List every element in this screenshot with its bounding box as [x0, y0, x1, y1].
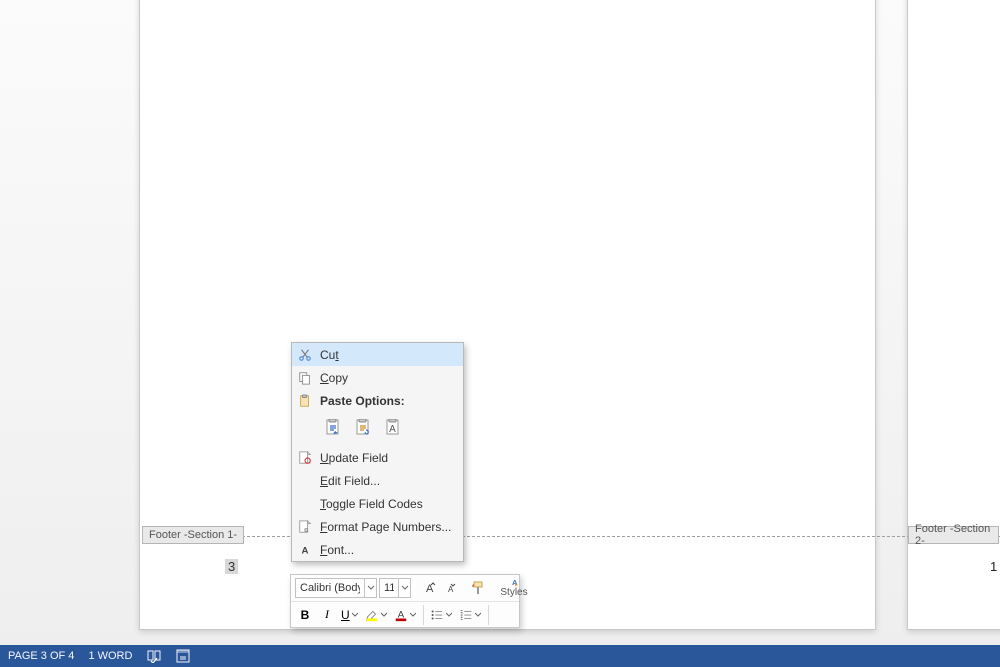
format-painter-button[interactable] [469, 578, 489, 598]
status-words-label: 1 WORD [88, 650, 132, 662]
bullets-button[interactable] [428, 605, 455, 625]
underline-label: U [341, 608, 350, 622]
context-menu: Cut Copy Paste Options: A [291, 342, 464, 562]
italic-label: I [325, 607, 329, 622]
mini-toolbar-row-2: B I U A [291, 601, 519, 627]
font-size-combo[interactable] [379, 578, 411, 598]
copy-icon [296, 371, 314, 385]
menu-item-copy-label: Copy [320, 371, 348, 385]
font-name-combo[interactable] [295, 578, 377, 598]
menu-item-cut[interactable]: Cut [292, 343, 463, 366]
bullets-icon [430, 608, 444, 622]
numbering-button[interactable] [457, 605, 484, 625]
menu-item-format-page-numbers[interactable]: Format Page Numbers... [292, 515, 463, 538]
status-macro-button[interactable] [176, 649, 190, 663]
footer-page-number-page2: 1 [990, 559, 997, 574]
highlight-button[interactable] [363, 605, 390, 625]
update-field-icon [296, 451, 314, 465]
scissors-icon [296, 348, 314, 362]
paste-text-only-button[interactable]: A [382, 416, 406, 440]
footer-tab-section-2[interactable]: Footer -Section 2- [908, 526, 999, 544]
footer-divider [142, 536, 1000, 537]
font-name-input[interactable] [296, 582, 364, 594]
svg-text:A: A [512, 578, 518, 587]
chevron-down-icon[interactable] [364, 579, 376, 597]
status-page-indicator[interactable]: PAGE 3 OF 4 [8, 650, 74, 662]
chevron-down-icon[interactable] [445, 612, 453, 618]
menu-item-cut-label: Cut [320, 348, 339, 362]
status-word-count[interactable]: 1 WORD [88, 650, 132, 662]
svg-text:A: A [302, 545, 309, 556]
separator [423, 605, 424, 625]
chevron-down-icon[interactable] [380, 612, 388, 618]
paste-merge-formatting-button[interactable] [352, 416, 376, 440]
menu-item-update-field[interactable]: Update Field [292, 446, 463, 469]
format-page-numbers-icon [296, 520, 314, 534]
menu-item-toggle-field-codes[interactable]: Toggle Field Codes [292, 492, 463, 515]
document-canvas: Footer -Section 1- Footer -Section 2- 3 … [0, 0, 1000, 667]
chevron-down-icon[interactable] [351, 612, 359, 618]
styles-label: Styles [500, 587, 527, 598]
menu-item-paste-options: Paste Options: [292, 389, 463, 412]
paste-keep-source-button[interactable] [322, 416, 346, 440]
footer-tab-2-label: Footer -Section 2- [915, 523, 992, 547]
svg-text:A: A [426, 583, 434, 595]
status-page-label: PAGE 3 OF 4 [8, 650, 74, 662]
footer-page-number-field-selected[interactable]: 3 [225, 559, 238, 574]
font-color-button[interactable]: A [392, 605, 419, 625]
bold-label: B [301, 608, 310, 622]
svg-text:A: A [389, 424, 396, 435]
bold-button[interactable]: B [295, 605, 315, 625]
styles-button[interactable]: A Styles [497, 578, 531, 598]
menu-item-paste-options-label: Paste Options: [320, 394, 405, 408]
menu-item-font[interactable]: A Font... [292, 538, 463, 561]
footer-tab-1-label: Footer -Section 1- [149, 529, 237, 541]
font-size-input[interactable] [380, 582, 398, 594]
menu-item-edit-field[interactable]: Edit Field... [292, 469, 463, 492]
chevron-down-icon[interactable] [398, 579, 410, 597]
shrink-font-button[interactable]: A [441, 578, 461, 598]
menu-item-edit-field-label: Edit Field... [320, 474, 380, 488]
mini-toolbar-row-1: A A A Styles [291, 575, 519, 601]
menu-item-toggle-field-codes-label: Toggle Field Codes [320, 497, 423, 511]
numbering-icon [459, 608, 473, 622]
separator [488, 605, 489, 625]
grow-font-button[interactable]: A [419, 578, 439, 598]
menu-item-copy[interactable]: Copy [292, 366, 463, 389]
font-icon: A [296, 543, 314, 557]
menu-item-font-label: Font... [320, 543, 354, 557]
paste-options-row: A [292, 412, 463, 446]
menu-item-format-page-numbers-label: Format Page Numbers... [320, 520, 451, 534]
highlight-icon [365, 608, 379, 622]
footer-tab-section-1[interactable]: Footer -Section 1- [142, 526, 244, 544]
mini-toolbar: A A A Styles B I U A [290, 574, 520, 628]
styles-icon: A [505, 578, 523, 587]
font-color-icon: A [394, 608, 408, 622]
status-spellcheck-button[interactable] [146, 649, 162, 663]
chevron-down-icon[interactable] [474, 612, 482, 618]
italic-button[interactable]: I [317, 605, 337, 625]
paste-icon [296, 394, 314, 408]
status-bar: PAGE 3 OF 4 1 WORD [0, 645, 1000, 667]
macro-icon [176, 649, 190, 663]
book-check-icon [146, 649, 162, 663]
underline-button[interactable]: U [339, 605, 361, 625]
menu-item-update-field-label: Update Field [320, 451, 388, 465]
chevron-down-icon[interactable] [409, 612, 417, 618]
